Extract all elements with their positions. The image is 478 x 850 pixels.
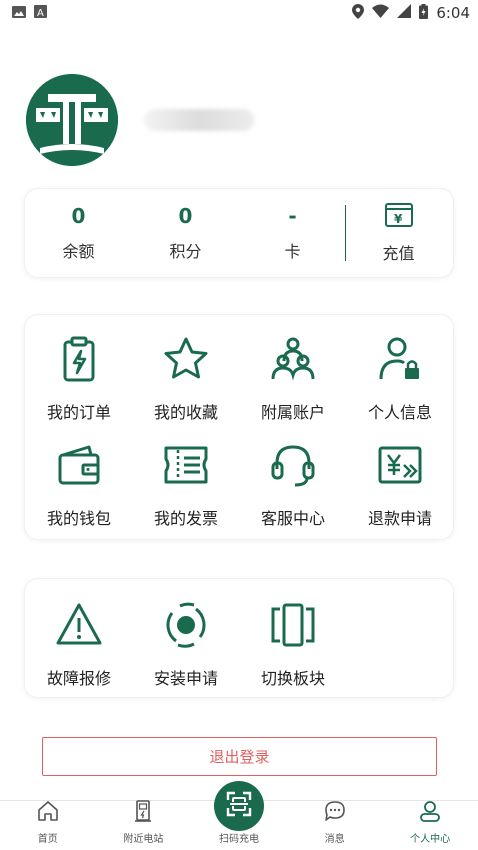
battery-icon: [419, 3, 429, 23]
recharge-icon: ¥: [384, 202, 414, 232]
tab-nearby-stations-label: 附近电站: [123, 834, 164, 845]
tab-messages-label: 消息: [324, 834, 345, 845]
stat-balance[interactable]: 0 余额: [25, 204, 132, 262]
location-icon: [352, 3, 365, 23]
my-wallet-button[interactable]: 我的钱包: [25, 441, 133, 529]
logout-button[interactable]: 退出登录: [42, 737, 437, 776]
home-icon: [37, 800, 59, 826]
scan-charge-button[interactable]: [214, 781, 264, 831]
my-favorites-label: 我的收藏: [153, 403, 218, 422]
order-icon: [55, 335, 103, 387]
tab-personal-center[interactable]: 个人中心: [382, 801, 478, 850]
install-request-button[interactable]: 安装申请: [132, 601, 240, 689]
tab-home-label: 首页: [37, 834, 58, 845]
svg-text:¥: ¥: [394, 212, 403, 226]
star-icon: [162, 335, 210, 387]
warning-icon: [55, 601, 103, 653]
user-icon: [419, 800, 441, 826]
avatar[interactable]: [26, 74, 118, 166]
sub-accounts-label: 附属账户: [260, 403, 325, 422]
balance-value: 0: [71, 204, 86, 228]
stat-points[interactable]: 0 积分: [132, 204, 239, 262]
station-icon: [132, 800, 154, 826]
points-label: 积分: [169, 242, 202, 261]
refund-icon: [376, 441, 424, 493]
my-invoices-label: 我的发票: [153, 509, 218, 528]
status-bar: A 6:04: [0, 0, 478, 26]
text-icon: A: [34, 4, 47, 22]
recharge-label: 充值: [382, 244, 415, 263]
my-orders-label: 我的订单: [46, 403, 111, 422]
points-value: 0: [178, 204, 193, 228]
username-blurred: [144, 109, 254, 131]
invoice-icon: [162, 441, 210, 493]
my-invoices-button[interactable]: 我的发票: [132, 441, 240, 529]
my-orders-button[interactable]: 我的订单: [25, 335, 133, 423]
my-wallet-label: 我的钱包: [46, 509, 111, 528]
message-icon: [324, 800, 346, 826]
customer-service-button[interactable]: 客服中心: [239, 441, 347, 529]
status-time: 6:04: [436, 4, 470, 22]
refund-request-button[interactable]: 退款申请: [346, 441, 454, 529]
card-value: -: [288, 204, 297, 228]
refund-request-label: 退款申请: [367, 509, 432, 528]
image-icon: [12, 4, 26, 22]
recharge-button[interactable]: ¥ 充值: [345, 202, 452, 264]
tab-scan-charge-label: 扫码充电: [218, 834, 259, 845]
install-request-label: 安装申请: [153, 669, 218, 688]
tools-card: 故障报修 安装申请 切换板块: [24, 578, 454, 698]
install-icon: [162, 601, 210, 653]
svg-text:A: A: [37, 8, 44, 18]
switch-section-button[interactable]: 切换板块: [239, 601, 347, 689]
scan-icon: [226, 791, 252, 821]
customer-service-label: 客服中心: [260, 509, 325, 528]
fault-report-label: 故障报修: [46, 669, 111, 688]
wallet-icon: [55, 441, 103, 493]
group-icon: [269, 335, 317, 387]
tab-home[interactable]: 首页: [0, 801, 96, 850]
balance-label: 余额: [62, 242, 95, 261]
personal-info-label: 个人信息: [367, 403, 432, 422]
tab-messages[interactable]: 消息: [287, 801, 383, 850]
switch-section-label: 切换板块: [260, 669, 325, 688]
services-card: 我的订单 我的收藏 附属账户 个人信息 我的钱包 我的发票 客服中心 退款申请: [24, 314, 454, 540]
tab-personal-center-label: 个人中心: [410, 834, 451, 845]
my-favorites-button[interactable]: 我的收藏: [132, 335, 240, 423]
tab-nearby-stations[interactable]: 附近电站: [96, 800, 192, 850]
fault-report-button[interactable]: 故障报修: [25, 601, 133, 689]
stat-card[interactable]: - 卡: [239, 204, 346, 262]
switch-icon: [269, 601, 317, 653]
account-stats-card: 0 余额 0 积分 - 卡 ¥ 充值: [24, 188, 454, 278]
signal-icon: [397, 4, 412, 22]
card-label: 卡: [284, 242, 301, 261]
profile-header[interactable]: [26, 74, 254, 166]
personal-info-button[interactable]: 个人信息: [346, 335, 454, 423]
wifi-icon: [372, 4, 390, 22]
sub-accounts-button[interactable]: 附属账户: [239, 335, 347, 423]
user-lock-icon: [376, 335, 424, 387]
headset-icon: [269, 441, 317, 493]
